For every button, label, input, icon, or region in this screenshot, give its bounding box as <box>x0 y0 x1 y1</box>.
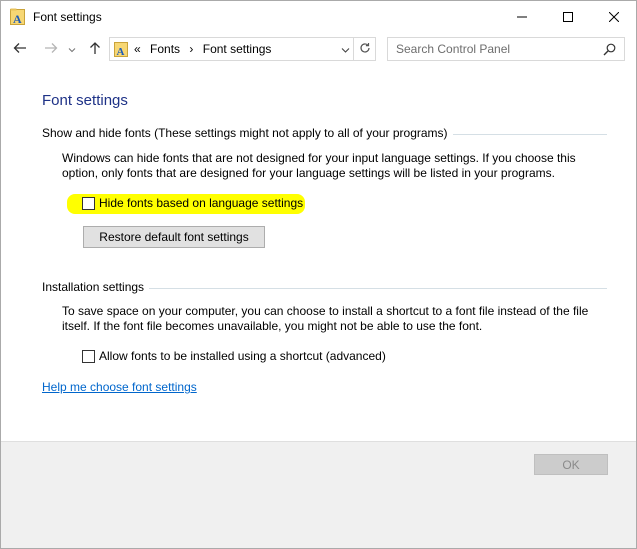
svg-text:A: A <box>117 46 125 57</box>
title-bar: A Font settings <box>1 1 636 32</box>
arrow-left-icon <box>13 42 27 57</box>
help-choose-font-settings-link[interactable]: Help me choose font settings <box>42 380 197 394</box>
minimize-button[interactable] <box>499 1 545 32</box>
address-bar[interactable]: A « Fonts › Font settings <box>109 37 354 61</box>
refresh-button[interactable] <box>354 37 376 61</box>
section-divider <box>149 288 607 289</box>
svg-text:A: A <box>13 12 22 25</box>
hide-fonts-checkbox-label[interactable]: Hide fonts based on language settings <box>99 196 303 210</box>
search-icon[interactable] <box>603 43 616 59</box>
allow-shortcut-checkbox-label[interactable]: Allow fonts to be installed using a shor… <box>99 349 386 363</box>
page-title: Font settings <box>42 92 128 109</box>
forward-button[interactable] <box>41 38 61 60</box>
show-hide-description: Windows can hide fonts that are not desi… <box>62 151 576 180</box>
up-button[interactable] <box>85 38 105 60</box>
breadcrumb: « Fonts › Font settings <box>134 42 277 56</box>
font-folder-icon: A <box>114 41 128 58</box>
font-settings-window: A Font settings A « Fonts › Font setting… <box>0 0 637 549</box>
restore-default-font-settings-button[interactable]: Restore default font settings <box>83 226 265 248</box>
recent-locations-button[interactable] <box>64 38 80 60</box>
address-dropdown-button[interactable] <box>336 38 354 60</box>
breadcrumb-item-font-settings[interactable]: Font settings <box>203 42 272 56</box>
breadcrumb-item-fonts[interactable]: Fonts <box>150 42 180 56</box>
close-icon <box>609 11 619 22</box>
back-button[interactable] <box>10 38 30 60</box>
footer: OK <box>1 442 636 548</box>
hide-fonts-checkbox-row[interactable]: Hide fonts based on language settings <box>82 196 303 210</box>
ok-button[interactable]: OK <box>534 454 608 475</box>
navigation-bar: A « Fonts › Font settings Search Control… <box>1 32 636 66</box>
arrow-up-icon <box>89 41 101 58</box>
search-placeholder: Search Control Panel <box>396 42 511 56</box>
maximize-button[interactable] <box>545 1 591 32</box>
maximize-icon <box>563 11 573 22</box>
font-folder-icon: A <box>10 8 25 26</box>
breadcrumb-overflow[interactable]: « <box>134 42 141 56</box>
allow-shortcut-checkbox[interactable] <box>82 349 95 363</box>
installation-settings-header: Installation settings <box>42 280 145 294</box>
chevron-down-icon <box>341 42 350 56</box>
allow-shortcut-checkbox-row[interactable]: Allow fonts to be installed using a shor… <box>82 349 386 363</box>
content-area: Font settings Show and hide fonts (These… <box>1 66 636 442</box>
minimize-icon <box>517 12 527 22</box>
close-button[interactable] <box>591 1 637 32</box>
hide-fonts-checkbox[interactable] <box>82 196 95 210</box>
search-input[interactable]: Search Control Panel <box>387 37 625 61</box>
window-title: Font settings <box>33 10 102 24</box>
refresh-icon <box>359 42 371 57</box>
show-hide-fonts-header: Show and hide fonts (These settings migh… <box>42 126 448 140</box>
breadcrumb-separator[interactable]: › <box>189 42 193 56</box>
chevron-down-icon <box>68 42 76 56</box>
section-divider <box>453 134 607 135</box>
installation-description: To save space on your computer, you can … <box>62 304 589 333</box>
arrow-right-icon <box>44 42 58 57</box>
